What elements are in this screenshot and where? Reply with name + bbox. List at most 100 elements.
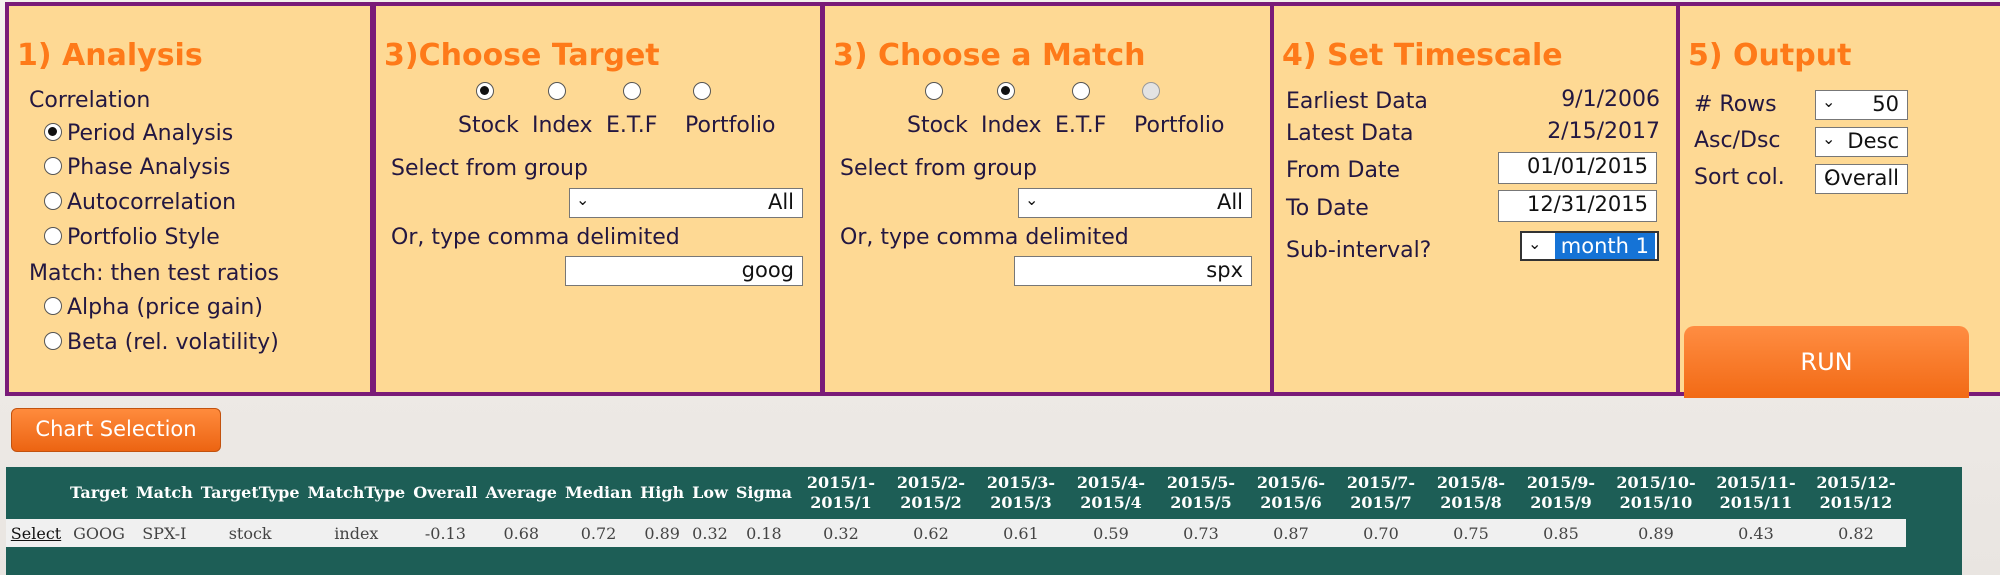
results-table: Target Match TargetType MatchType Overal… <box>6 467 1906 547</box>
radio-match-stock[interactable] <box>925 82 943 100</box>
chevron-down-icon: ⌄ <box>576 190 590 209</box>
radio-match-index[interactable] <box>997 82 1015 100</box>
col-header: MatchType <box>307 483 406 502</box>
radio-portfolio-style[interactable] <box>44 227 62 245</box>
cell-target: GOOG <box>66 519 132 547</box>
sort-col-select[interactable]: ⌄ Overall <box>1815 164 1908 194</box>
match-title: 3) Choose a Match <box>833 38 1146 73</box>
period-analysis-label: Period Analysis <box>67 121 234 146</box>
cell-median: 0.72 <box>560 519 637 547</box>
target-comma-input[interactable]: goog <box>565 256 803 286</box>
target-group-select[interactable]: ⌄ All <box>569 188 803 218</box>
target-type-portfolio: Portfolio <box>685 113 776 138</box>
cell-period: 0.85 <box>1515 519 1606 547</box>
target-type-etf: E.T.F <box>606 113 658 138</box>
cell-period: 0.87 <box>1245 519 1336 547</box>
chevron-down-icon: ⌄ <box>1822 129 1836 148</box>
latest-value: 2/15/2017 <box>1547 119 1660 144</box>
earliest-label: Earliest Data <box>1286 89 1428 114</box>
radio-match-etf[interactable] <box>1072 82 1090 100</box>
correlation-label: Correlation <box>29 88 151 113</box>
radio-target-stock[interactable] <box>476 82 494 100</box>
cell-overall: -0.13 <box>409 519 482 547</box>
col-header-period: 2015/12- 2015/12 <box>1816 473 1896 512</box>
radio-period-analysis[interactable] <box>44 123 62 141</box>
target-type-index: Index <box>532 113 593 138</box>
order-select[interactable]: ⌄ Desc <box>1815 127 1908 157</box>
match-ratio-label: Match: then test ratios <box>29 261 280 286</box>
phase-analysis-label: Phase Analysis <box>67 155 231 180</box>
autocorrelation-label: Autocorrelation <box>67 190 237 215</box>
col-header-period: 2015/1- 2015/1 <box>806 473 876 512</box>
cell-period: 0.61 <box>975 519 1066 547</box>
cell-period: 0.75 <box>1425 519 1516 547</box>
radio-match-portfolio[interactable] <box>1142 82 1160 100</box>
col-header: Median <box>564 483 633 502</box>
match-type-portfolio: Portfolio <box>1134 113 1225 138</box>
match-type-etf: E.T.F <box>1055 113 1107 138</box>
target-panel: 3)Choose Target Stock Index E.T.F Portfo… <box>372 2 824 396</box>
table-header-row: Target Match TargetType MatchType Overal… <box>6 467 1906 519</box>
radio-target-index[interactable] <box>548 82 566 100</box>
match-panel: 3) Choose a Match Stock Index E.T.F Port… <box>821 2 1274 396</box>
cell-period: 0.43 <box>1705 519 1806 547</box>
col-header-period: 2015/5- 2015/5 <box>1166 473 1236 512</box>
cell-average: 0.68 <box>481 519 561 547</box>
chart-selection-button[interactable]: Chart Selection <box>11 408 221 452</box>
cell-high: 0.89 <box>636 519 689 547</box>
run-button[interactable]: RUN <box>1684 326 1969 398</box>
radio-phase-analysis[interactable] <box>44 157 62 175</box>
radio-beta[interactable] <box>44 332 62 350</box>
to-date-input[interactable]: 12/31/2015 <box>1498 190 1657 222</box>
earliest-value: 9/1/2006 <box>1561 87 1660 112</box>
col-header: Overall <box>413 483 478 502</box>
cell-period: 0.59 <box>1065 519 1156 547</box>
col-header-period: 2015/3- 2015/3 <box>986 473 1056 512</box>
col-header-period: 2015/2- 2015/2 <box>896 473 966 512</box>
target-type-stock: Stock <box>458 113 519 138</box>
cell-period: 0.70 <box>1335 519 1426 547</box>
rows-label: # Rows <box>1694 92 1777 117</box>
sort-col-label: Sort col. <box>1694 165 1785 190</box>
rows-select[interactable]: ⌄ 50 <box>1815 90 1908 120</box>
col-header: TargetType <box>200 483 300 502</box>
beta-label: Beta (rel. volatility) <box>67 330 279 355</box>
cell-target-type: stock <box>196 519 304 547</box>
cell-period: 0.32 <box>795 519 886 547</box>
match-comma-input[interactable]: spx <box>1014 256 1252 286</box>
match-group-label: Select from group <box>840 156 1037 181</box>
sub-interval-select[interactable]: ⌄ month 1 <box>1520 231 1659 261</box>
cell-period: 0.89 <box>1605 519 1706 547</box>
latest-label: Latest Data <box>1286 121 1414 146</box>
cell-period: 0.73 <box>1155 519 1246 547</box>
order-label: Asc/Dsc <box>1694 128 1781 153</box>
col-header: Sigma <box>735 483 792 502</box>
cell-period: 0.62 <box>885 519 976 547</box>
select-row-link[interactable]: Select <box>6 519 66 547</box>
analysis-title: 1) Analysis <box>17 38 203 73</box>
cell-period: 0.82 <box>1805 519 1906 547</box>
from-date-input[interactable]: 01/01/2015 <box>1498 152 1657 184</box>
results-grid: Target Match TargetType MatchType Overal… <box>6 467 1962 575</box>
output-title: 5) Output <box>1688 38 1852 73</box>
col-header-period: 2015/8- 2015/8 <box>1436 473 1506 512</box>
match-group-select[interactable]: ⌄ All <box>1018 188 1252 218</box>
target-comma-label: Or, type comma delimited <box>391 225 680 250</box>
col-header-period: 2015/11- 2015/11 <box>1716 473 1796 512</box>
radio-alpha[interactable] <box>44 297 62 315</box>
col-header <box>6 467 66 519</box>
col-header: Average <box>485 483 557 502</box>
col-header: Low <box>692 483 728 502</box>
to-date-label: To Date <box>1286 196 1369 221</box>
radio-target-etf[interactable] <box>623 82 641 100</box>
chevron-down-icon: ⌄ <box>1025 190 1039 209</box>
col-header-period: 2015/10- 2015/10 <box>1616 473 1696 512</box>
chevron-down-icon: ⌄ <box>1528 234 1542 253</box>
target-title: 3)Choose Target <box>384 38 660 73</box>
col-header: High <box>640 483 685 502</box>
radio-target-portfolio[interactable] <box>693 82 711 100</box>
radio-autocorrelation[interactable] <box>44 192 62 210</box>
match-type-stock: Stock <box>907 113 968 138</box>
cell-match: SPX-I <box>131 519 197 547</box>
col-header-period: 2015/4- 2015/4 <box>1076 473 1146 512</box>
